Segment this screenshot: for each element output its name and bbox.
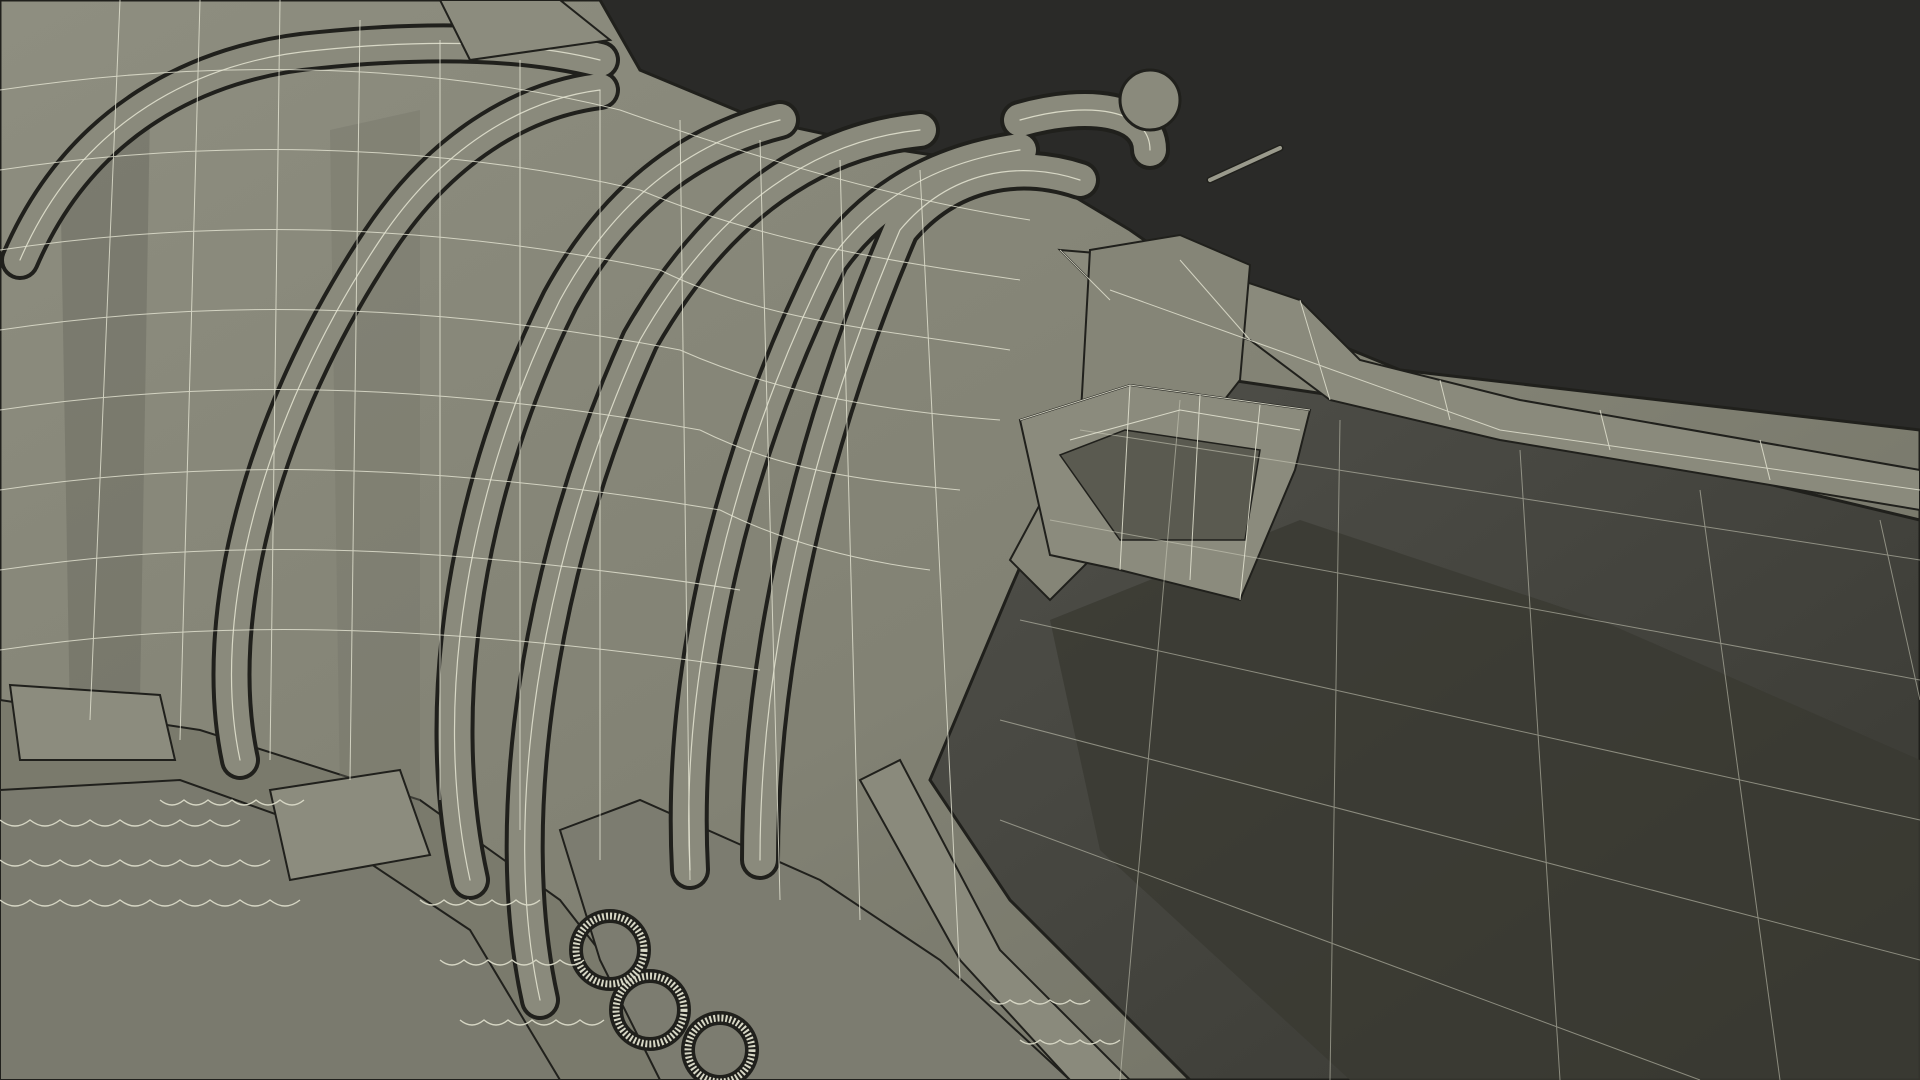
render-viewport	[0, 0, 1920, 1080]
lace-knot	[1118, 68, 1182, 132]
wireframe-scene	[0, 0, 1920, 1080]
